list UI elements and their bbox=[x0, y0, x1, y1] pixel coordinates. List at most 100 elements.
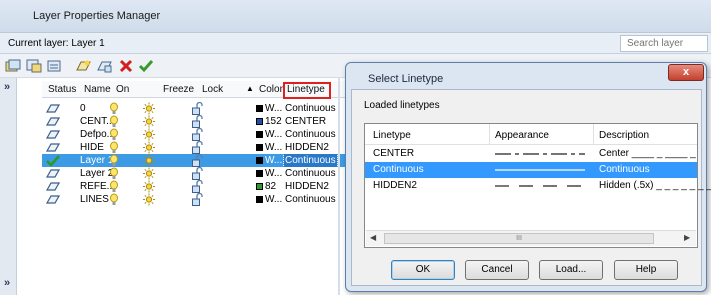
unlocked-padlock-icon[interactable] bbox=[192, 141, 203, 154]
layer-linetype[interactable]: Continuous bbox=[284, 193, 337, 206]
layer-row[interactable]: REFE... 82 HIDDEN2 bbox=[42, 180, 354, 193]
layer-color-name[interactable]: W... bbox=[265, 193, 282, 206]
linetype-description[interactable]: Center ____ _ ____ _ bbox=[599, 148, 696, 159]
layer-row[interactable]: 0 W... Continuous bbox=[42, 102, 354, 115]
layer-linetype[interactable]: HIDDEN2 bbox=[284, 180, 330, 193]
lightbulb-on-icon[interactable] bbox=[109, 115, 119, 128]
linetype-name[interactable]: CENTER bbox=[373, 148, 414, 159]
layer-linetype[interactable]: Continuous bbox=[284, 128, 337, 141]
linetype-row[interactable]: CENTER Center ____ _ ____ _ bbox=[365, 146, 697, 162]
layer-name[interactable]: 0 bbox=[80, 102, 86, 115]
ok-button[interactable]: OK bbox=[391, 260, 455, 280]
color-swatch[interactable] bbox=[256, 196, 263, 203]
unlocked-padlock-icon[interactable] bbox=[192, 102, 203, 115]
layer-status-icon bbox=[46, 182, 60, 191]
lightbulb-on-icon[interactable] bbox=[109, 102, 119, 115]
color-swatch[interactable] bbox=[256, 144, 263, 151]
unlocked-padlock-icon[interactable] bbox=[192, 128, 203, 141]
column-description[interactable]: Description bbox=[599, 130, 649, 141]
panel-divider bbox=[338, 78, 340, 295]
scroll-right-icon[interactable]: ▶ bbox=[684, 233, 690, 242]
thaw-sun-icon[interactable] bbox=[143, 115, 155, 128]
scroll-thumb[interactable]: III bbox=[384, 233, 654, 244]
layer-row[interactable]: Defpo... W... Continuous bbox=[42, 128, 354, 141]
layer-color-name[interactable]: W... bbox=[265, 154, 282, 167]
sort-up-icon: ▲ bbox=[246, 84, 254, 93]
linetype-row[interactable]: HIDDEN2 Hidden (.5x) _ _ _ _ _ _ _ bbox=[365, 178, 711, 194]
help-button[interactable]: Help bbox=[614, 260, 678, 280]
thaw-sun-icon[interactable] bbox=[143, 193, 155, 206]
thaw-sun-icon[interactable] bbox=[143, 167, 155, 180]
lightbulb-on-icon[interactable] bbox=[109, 128, 119, 141]
new-group-filter-icon[interactable] bbox=[25, 57, 43, 75]
new-layer-vp-frozen-icon[interactable] bbox=[95, 57, 113, 75]
header-separator bbox=[489, 124, 490, 145]
search-input[interactable] bbox=[620, 35, 708, 52]
layer-color-name[interactable]: 152 bbox=[265, 115, 282, 128]
linetype-name[interactable]: HIDDEN2 bbox=[373, 180, 417, 191]
layer-row[interactable]: Layer 2 W... Continuous bbox=[42, 167, 354, 180]
layer-linetype[interactable]: CENTER bbox=[284, 115, 327, 128]
color-swatch[interactable] bbox=[256, 157, 263, 164]
lightbulb-on-icon[interactable] bbox=[109, 154, 119, 167]
layer-color-name[interactable]: W... bbox=[265, 167, 282, 180]
unlocked-padlock-icon[interactable] bbox=[192, 193, 203, 206]
horizontal-scrollbar[interactable]: ◀ III ▶ bbox=[366, 230, 696, 246]
layer-linetype[interactable]: Continuous bbox=[284, 102, 337, 115]
column-name[interactable]: Name bbox=[84, 84, 111, 95]
column-lock[interactable]: Lock bbox=[202, 84, 223, 95]
linetype-description[interactable]: Continuous bbox=[599, 164, 650, 175]
expand-chevron-icon[interactable]: » bbox=[4, 81, 10, 93]
load-button[interactable]: Load... bbox=[539, 260, 603, 280]
layer-states-manager-icon[interactable] bbox=[46, 57, 64, 75]
layer-row[interactable]: CENT... 152 CENTER bbox=[42, 115, 354, 128]
new-property-filter-icon[interactable] bbox=[4, 57, 22, 75]
column-status[interactable]: Status bbox=[48, 84, 76, 95]
lightbulb-on-icon[interactable] bbox=[109, 193, 119, 206]
thaw-sun-icon[interactable] bbox=[143, 180, 155, 193]
lightbulb-on-icon[interactable] bbox=[109, 167, 119, 180]
scroll-left-icon[interactable]: ◀ bbox=[370, 233, 376, 242]
layer-linetype[interactable]: HIDDEN2 bbox=[284, 141, 330, 154]
layer-linetype[interactable]: Continuous bbox=[283, 153, 338, 168]
column-color[interactable]: Color bbox=[259, 84, 283, 95]
layer-color-name[interactable]: W... bbox=[265, 102, 282, 115]
column-appearance[interactable]: Appearance bbox=[495, 130, 549, 141]
linetype-name[interactable]: Continuous bbox=[373, 164, 424, 175]
unlocked-padlock-icon[interactable] bbox=[192, 180, 203, 193]
column-linetype[interactable]: Linetype bbox=[373, 130, 411, 141]
thaw-sun-icon[interactable] bbox=[143, 154, 155, 167]
layer-row[interactable]: HIDE W... HIDDEN2 bbox=[42, 141, 354, 154]
layer-name[interactable]: LINES bbox=[80, 193, 109, 206]
color-swatch[interactable] bbox=[256, 105, 263, 112]
lightbulb-on-icon[interactable] bbox=[109, 180, 119, 193]
layer-color-name[interactable]: W... bbox=[265, 128, 282, 141]
delete-layer-icon[interactable] bbox=[117, 57, 135, 75]
expand-bottom-chevron-icon[interactable]: » bbox=[4, 277, 10, 289]
set-current-icon[interactable] bbox=[137, 57, 155, 75]
color-swatch[interactable] bbox=[256, 170, 263, 177]
lightbulb-on-icon[interactable] bbox=[109, 141, 119, 154]
color-swatch[interactable] bbox=[256, 131, 263, 138]
layer-color-name[interactable]: 82 bbox=[265, 180, 276, 193]
unlocked-padlock-icon[interactable] bbox=[192, 167, 203, 180]
column-freeze[interactable]: Freeze bbox=[163, 84, 194, 95]
new-layer-icon[interactable] bbox=[74, 57, 92, 75]
unlocked-padlock-icon[interactable] bbox=[192, 154, 203, 167]
linetype-description[interactable]: Hidden (.5x) _ _ _ _ _ _ _ bbox=[599, 180, 711, 191]
thaw-sun-icon[interactable] bbox=[143, 141, 155, 154]
cancel-button[interactable]: Cancel bbox=[465, 260, 529, 280]
layer-linetype[interactable]: Continuous bbox=[284, 167, 337, 180]
close-button[interactable]: x bbox=[668, 64, 704, 81]
linetype-row[interactable]: Continuous Continuous bbox=[365, 162, 697, 178]
layer-row[interactable]: Layer 1 W... Continuous bbox=[42, 153, 354, 168]
color-swatch[interactable] bbox=[256, 118, 263, 125]
column-on[interactable]: On bbox=[116, 84, 129, 95]
layer-row[interactable]: LINES W... Continuous bbox=[42, 193, 354, 206]
unlocked-padlock-icon[interactable] bbox=[192, 115, 203, 128]
layer-color-name[interactable]: W... bbox=[265, 141, 282, 154]
thaw-sun-icon[interactable] bbox=[143, 102, 155, 115]
layer-name[interactable]: HIDE bbox=[80, 141, 104, 154]
thaw-sun-icon[interactable] bbox=[143, 128, 155, 141]
color-swatch[interactable] bbox=[256, 183, 263, 190]
